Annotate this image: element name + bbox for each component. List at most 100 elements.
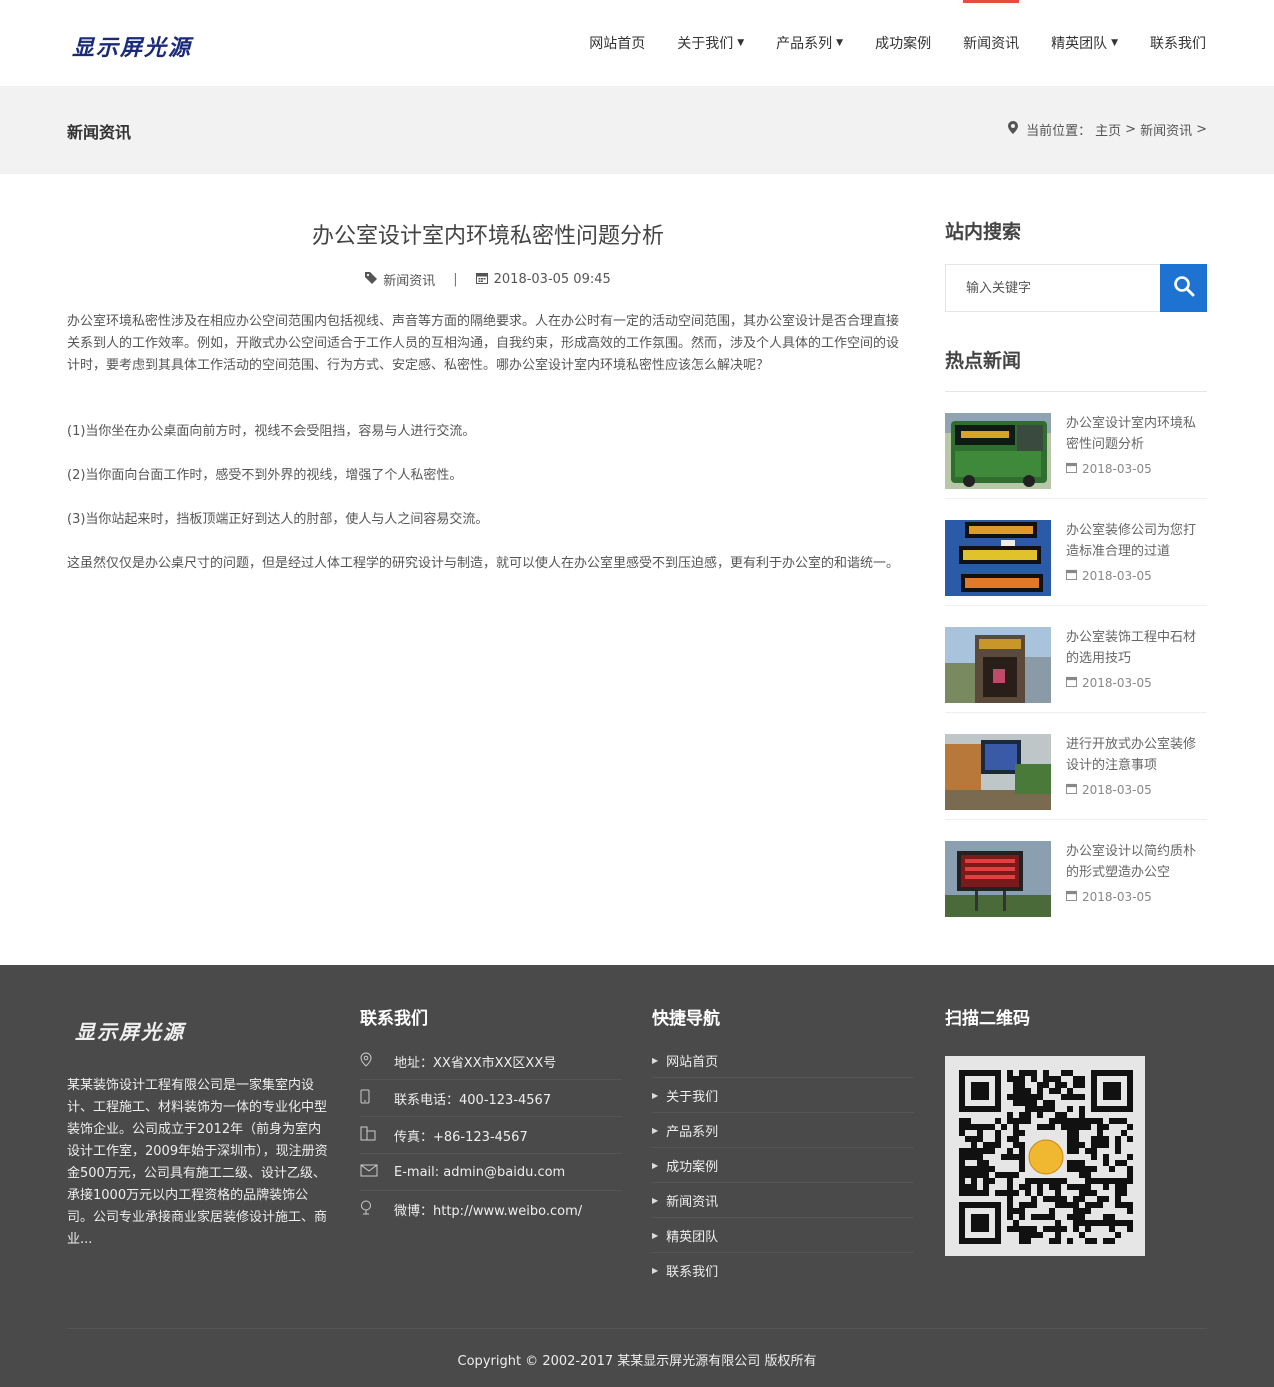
nav-item[interactable]: 联系我们 bbox=[1150, 0, 1206, 86]
footer-nav-item[interactable]: ▶ 关于我们 bbox=[652, 1078, 914, 1113]
hot-news-item[interactable]: 办公室装饰工程中石材的选用技巧 2018-03-05 bbox=[945, 606, 1207, 713]
article-category[interactable]: 新闻资讯 bbox=[383, 270, 435, 289]
footer-nav-item[interactable]: ▶ 精英团队 bbox=[652, 1218, 914, 1253]
search-heading: 站内搜索 bbox=[945, 221, 1022, 243]
article-body: 办公室环境私密性涉及在相应办公空间范围内包括视线、声音等方面的隔绝要求。人在办公… bbox=[67, 311, 909, 575]
footer-divider bbox=[67, 1328, 1207, 1329]
caret-right-icon: ▶ bbox=[652, 1125, 659, 1135]
calendar-icon bbox=[1066, 676, 1077, 690]
article: 办公室设计室内环境私密性问题分析 新闻资讯 | 2018-03-05 09:45… bbox=[67, 174, 909, 597]
caret-down-icon: ▼ bbox=[737, 38, 745, 48]
nav-item[interactable]: 新闻资讯 bbox=[963, 0, 1020, 86]
location-pin-icon bbox=[1008, 121, 1019, 138]
qr-code bbox=[945, 1056, 1145, 1256]
caret-right-icon: ▶ bbox=[652, 1195, 659, 1205]
news-title[interactable]: 办公室装饰工程中石材的选用技巧 bbox=[1066, 627, 1207, 669]
hot-news-item[interactable]: 办公室装修公司为您打造标准合理的过道 2018-03-05 bbox=[945, 499, 1207, 606]
news-info: 办公室装修公司为您打造标准合理的过道 2018-03-05 bbox=[1066, 520, 1207, 583]
contact-text: 地址：XX省XX市XX区XX号 bbox=[394, 1055, 557, 1071]
nav-item-label: 精英团队 bbox=[1051, 36, 1108, 52]
caret-down-icon: ▼ bbox=[1111, 38, 1118, 48]
footer-nav-item[interactable]: ▶ 网站首页 bbox=[652, 1043, 914, 1078]
footer-nav-label: 新闻资讯 bbox=[666, 1194, 719, 1210]
news-thumbnail[interactable] bbox=[945, 413, 1051, 489]
footer-qr-heading: 扫描二维码 bbox=[945, 1009, 1030, 1029]
article-paragraph: (2)当你面向台面工作时，感受不到外界的视线，增强了个人私密性。 bbox=[67, 468, 463, 483]
site-footer: 显示屏光源 某某装饰设计工程有限公司是一家集室内设计、工程施工、材料装饰为一体的… bbox=[0, 965, 1274, 1387]
caret-down-icon: ▼ bbox=[836, 38, 844, 48]
contact-item: 微博：http://www.weibo.com/ bbox=[360, 1191, 622, 1228]
calendar-icon bbox=[475, 272, 488, 287]
footer-nav-item[interactable]: ▶ 联系我们 bbox=[652, 1253, 914, 1288]
footer-nav-label: 联系我们 bbox=[666, 1265, 719, 1280]
contact-text[interactable]: 微博：http://www.weibo.com/ bbox=[394, 1200, 582, 1219]
caret-right-icon: ▶ bbox=[652, 1055, 659, 1065]
caret-right-icon: ▶ bbox=[652, 1160, 659, 1170]
news-title[interactable]: 进行开放式办公室装修设计的注意事项 bbox=[1066, 734, 1207, 776]
news-thumbnail[interactable] bbox=[945, 520, 1051, 596]
news-info: 进行开放式办公室装修设计的注意事项 2018-03-05 bbox=[1066, 734, 1207, 797]
nav-item[interactable]: 网站首页 bbox=[589, 0, 645, 86]
news-title[interactable]: 办公室装修公司为您打造标准合理的过道 bbox=[1066, 520, 1207, 562]
breadcrumb-prefix: 当前位置： bbox=[1026, 124, 1092, 139]
nav-item[interactable]: 关于我们 ▼ bbox=[677, 0, 744, 86]
mail-icon bbox=[360, 1164, 394, 1181]
news-title[interactable]: 办公室设计以简约质朴的形式塑造办公空 bbox=[1066, 841, 1207, 883]
article-meta: 新闻资讯 | 2018-03-05 09:45 bbox=[67, 270, 909, 289]
breadcrumb-home-link[interactable]: 主页 bbox=[1095, 120, 1121, 139]
footer-nav-item[interactable]: ▶ 成功案例 bbox=[652, 1148, 914, 1183]
news-title[interactable]: 办公室设计室内环境私密性问题分析 bbox=[1066, 413, 1207, 455]
news-thumbnail[interactable] bbox=[945, 841, 1051, 917]
contact-item: 联系电话：400-123-4567 bbox=[360, 1080, 622, 1117]
news-info: 办公室装饰工程中石材的选用技巧 2018-03-05 bbox=[1066, 627, 1207, 690]
news-date-text: 2018-03-05 bbox=[1082, 569, 1152, 583]
footer-nav-label: 产品系列 bbox=[666, 1124, 719, 1140]
contact-item: 传真：+86-123-4567 bbox=[360, 1117, 622, 1154]
hot-news-item[interactable]: 办公室设计室内环境私密性问题分析 2018-03-05 bbox=[945, 392, 1207, 499]
footer-contact-list: 地址：XX省XX市XX区XX号 联系电话：400-123-4567 传真：+86… bbox=[360, 1043, 622, 1228]
footer-nav-label: 网站首页 bbox=[666, 1054, 719, 1070]
hot-news-heading: 热点新闻 bbox=[945, 346, 1207, 392]
article-title: 办公室设计室内环境私密性问题分析 bbox=[311, 224, 664, 249]
breadcrumb-separator: > bbox=[1125, 122, 1137, 137]
news-thumbnail[interactable] bbox=[945, 734, 1051, 810]
footer-nav-item[interactable]: ▶ 新闻资讯 bbox=[652, 1183, 914, 1218]
search-input[interactable] bbox=[945, 264, 1160, 312]
meta-divider: | bbox=[453, 272, 458, 287]
caret-right-icon: ▶ bbox=[652, 1266, 659, 1275]
news-date-text: 2018-03-05 bbox=[1082, 676, 1152, 690]
site-logo[interactable]: 显示屏光源 bbox=[72, 30, 192, 62]
nav-item-label: 关于我们 bbox=[677, 36, 734, 52]
article-paragraph: (1)当你坐在办公桌面向前方时，视线不会受阻挡，容易与人进行交流。 bbox=[67, 424, 476, 439]
article-paragraph: 办公室环境私密性涉及在相应办公空间范围内包括视线、声音等方面的隔绝要求。人在办公… bbox=[67, 314, 900, 373]
weibo-icon bbox=[360, 1200, 394, 1219]
article-datetime: 2018-03-05 09:45 bbox=[493, 272, 611, 287]
fax-icon bbox=[360, 1126, 394, 1145]
breadcrumb-separator: > bbox=[1196, 122, 1207, 137]
news-info: 办公室设计以简约质朴的形式塑造办公空 2018-03-05 bbox=[1066, 841, 1207, 905]
hot-news-item[interactable]: 办公室设计以简约质朴的形式塑造办公空 2018-03-05 bbox=[945, 820, 1207, 927]
nav-item[interactable]: 产品系列 ▼ bbox=[776, 0, 843, 86]
article-paragraph: (3)当你站起来时，挡板顶端正好到达人的肘部，使人与人之间容易交流。 bbox=[67, 512, 489, 527]
nav-item[interactable]: 成功案例 bbox=[875, 0, 931, 86]
copyright: Copyright © 2002-2017 某某显示屏光源有限公司 版权所有 bbox=[457, 1354, 817, 1369]
footer-about-text: 某某装饰设计工程有限公司是一家集室内设计、工程施工、材料装饰为一体的专业化中型装… bbox=[67, 1078, 328, 1247]
hot-news-item[interactable]: 进行开放式办公室装修设计的注意事项 2018-03-05 bbox=[945, 713, 1207, 820]
news-info: 办公室设计室内环境私密性问题分析 2018-03-05 bbox=[1066, 413, 1207, 476]
news-thumbnail[interactable] bbox=[945, 627, 1051, 703]
footer-nav-label: 精英团队 bbox=[666, 1229, 719, 1245]
breadcrumb-current-link[interactable]: 新闻资讯 bbox=[1140, 120, 1192, 139]
nav-item-label: 产品系列 bbox=[776, 36, 833, 52]
contact-item: E-mail: admin@baidu.com bbox=[360, 1154, 622, 1191]
hot-news-list: 办公室设计室内环境私密性问题分析 2018-03-05 办公室装修公司为您打造标… bbox=[945, 392, 1207, 927]
contact-text: E-mail: admin@baidu.com bbox=[394, 1164, 566, 1180]
calendar-icon bbox=[1066, 890, 1077, 904]
news-date: 2018-03-05 bbox=[1066, 676, 1207, 690]
calendar-icon bbox=[1066, 462, 1077, 476]
footer-nav-list: ▶ 网站首页 ▶ 关于我们 ▶ 产品系列 ▶ 成功案例 ▶ 新闻资讯 ▶ 精英团队 ▶ 联系我们 bbox=[652, 1043, 914, 1288]
search-button[interactable] bbox=[1160, 264, 1207, 312]
news-date: 2018-03-05 bbox=[1066, 462, 1207, 476]
footer-nav-item[interactable]: ▶ 产品系列 bbox=[652, 1113, 914, 1148]
nav-item[interactable]: 精英团队 ▼ bbox=[1051, 0, 1118, 86]
tag-icon bbox=[365, 272, 378, 287]
